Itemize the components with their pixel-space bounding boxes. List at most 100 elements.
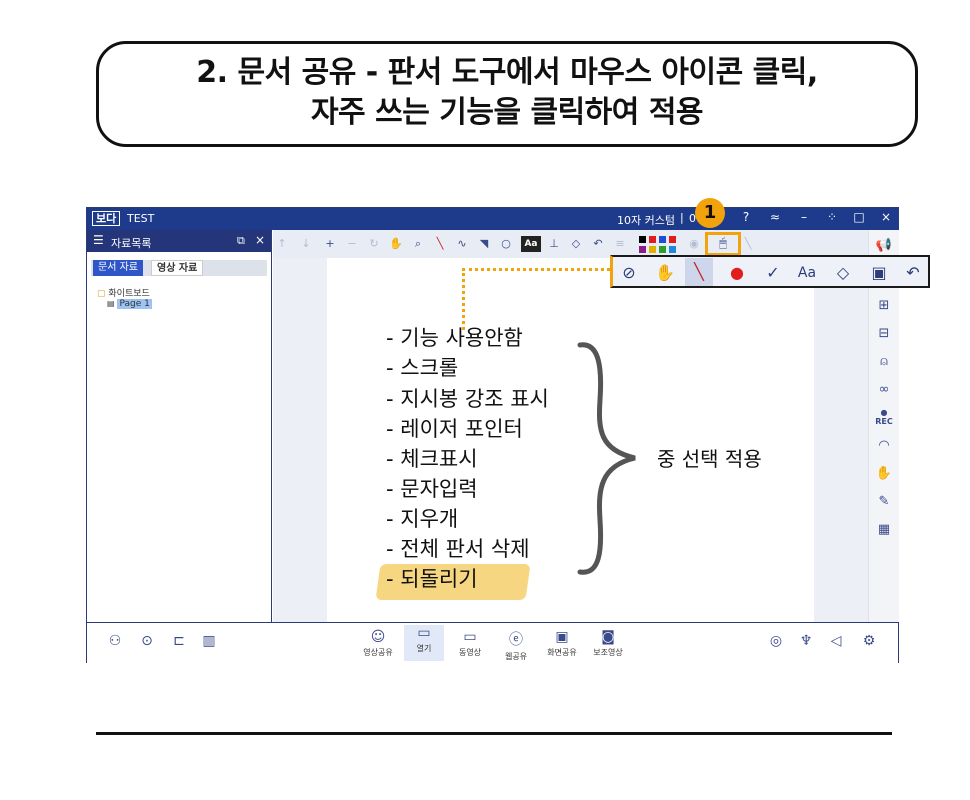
hand-icon[interactable]: ✋	[389, 237, 403, 250]
text-input-button[interactable]: Aa	[793, 262, 821, 284]
screen-share-button[interactable]: ▣ 화면공유	[542, 629, 582, 658]
laser-pointer-icon[interactable]: ●	[723, 262, 751, 284]
headset-icon[interactable]: ◠	[875, 438, 893, 453]
text-tool-button[interactable]: Aa	[521, 236, 541, 252]
window-title: TEST	[127, 212, 155, 225]
tab-documents[interactable]: 문서 자료	[93, 260, 143, 276]
tree-item-whiteboard[interactable]: ▢ 화이트보드	[97, 286, 152, 299]
rec-label: REC	[875, 417, 893, 426]
speaker-icon[interactable]: ◁	[826, 633, 846, 649]
arrow-up-icon[interactable]: ↑	[275, 237, 289, 250]
page-icon: ▤	[107, 299, 115, 308]
announce-icon[interactable]: 📢	[875, 238, 893, 253]
arrow-down-icon[interactable]: ↓	[299, 237, 313, 250]
custom-label: 10자 커스텀	[617, 214, 675, 227]
freehand-icon[interactable]: ∿	[455, 237, 469, 250]
video-label: 동영상	[458, 648, 482, 657]
search-icon[interactable]: ⌕	[411, 237, 425, 251]
marker-icon[interactable]: ◥	[477, 237, 491, 250]
add-user-icon[interactable]: ⍝	[875, 354, 893, 369]
screen-icon: ▣	[555, 629, 569, 645]
tree-label: 화이트보드	[108, 289, 150, 299]
chat-icon[interactable]: ⊙	[137, 633, 157, 649]
pointer-icon[interactable]: ╲	[741, 237, 755, 250]
drawing-toolbar: ↑ ↓ + − ↻ ✋ ⌕ ╲ ∿ ◥ ○ Aa ⊥ ◇ ↶ ≡ ◉ 🖱 ╲	[273, 230, 868, 258]
eraser-icon[interactable]: ◇	[829, 262, 857, 284]
shape-icon[interactable]: ○	[499, 237, 513, 250]
panel-header: ☰ 자료목록 ⧉ ×	[87, 230, 271, 252]
undock-icon[interactable]: ⧉	[237, 234, 245, 248]
mouse-tool-popup: ⊘ ✋ ╲ ● ✓ Aa ◇ ▣ ↶	[610, 255, 930, 288]
tab-videos[interactable]: 영상 자료	[151, 260, 204, 276]
title-banner: 2. 문서 공유 - 판서 도구에서 마우스 아이콘 클릭, 자주 쓰는 기능을…	[96, 41, 918, 147]
color-palette[interactable]	[639, 236, 681, 254]
disable-icon[interactable]: ⊘	[615, 262, 643, 284]
eraser-icon[interactable]: ◇	[569, 237, 583, 250]
raise-hand-icon[interactable]: ✋	[875, 466, 893, 481]
panel-close-icon[interactable]: ×	[255, 233, 265, 247]
undo-icon[interactable]: ↶	[591, 237, 605, 250]
connector-vertical	[462, 268, 465, 330]
divider: |	[680, 211, 684, 224]
undo-icon[interactable]: ↶	[899, 262, 927, 284]
palette-icon[interactable]: ◉	[687, 237, 701, 250]
tree-item-page[interactable]: ▤ Page 1	[107, 299, 152, 309]
web-share-label: 웹공유	[504, 652, 528, 661]
note-7: - 지우개	[386, 507, 459, 531]
web-share-button[interactable]: ⓔ 웹공유	[496, 629, 536, 662]
file-tree: ▢ 화이트보드 ▤ Page 1	[97, 286, 152, 309]
link-icon[interactable]: ∞	[875, 382, 893, 397]
title-bar: 보다 TEST 10자 커스텀 | 0 ? ≈ – ⁘ □ ×	[87, 208, 898, 230]
note-3: - 지시봉 강조 표시	[386, 387, 549, 411]
web-icon: ⓔ	[509, 632, 523, 648]
user-icon[interactable]: ⚇	[105, 633, 125, 649]
clear-all-icon[interactable]: ▣	[865, 262, 893, 284]
note-4: - 레이저 포인터	[386, 417, 523, 441]
help-icon[interactable]: ?	[738, 210, 754, 224]
gallery-icon[interactable]: ▦	[875, 522, 893, 537]
zoom-in-icon[interactable]: +	[323, 237, 337, 250]
folder-icon: ▢	[97, 289, 106, 299]
calculator-icon[interactable]: ▥	[199, 633, 219, 649]
scroll-hand-icon[interactable]: ✋	[651, 262, 679, 284]
layout-icon[interactable]: ⊞	[875, 298, 893, 313]
panel-tabs: 문서 자료 영상 자료	[91, 260, 267, 276]
lines-icon[interactable]: ≡	[613, 237, 627, 250]
camera-icon[interactable]: ◎	[766, 633, 786, 649]
check-icon[interactable]: ✓	[759, 262, 787, 284]
smile-icon: ☺	[370, 629, 386, 645]
note-1: - 기능 사용안함	[386, 326, 523, 350]
curly-brace	[577, 342, 636, 575]
close-button[interactable]: ×	[878, 210, 894, 224]
record-button[interactable]: ● REC	[875, 408, 893, 426]
video-button[interactable]: ▭ 동영상	[450, 629, 490, 658]
rotate-icon[interactable]: ↻	[367, 237, 381, 250]
sub-video-button[interactable]: ◙ 보조영상	[588, 629, 628, 658]
banner-line-2: 자주 쓰는 기능을 클릭하여 적용	[310, 95, 704, 130]
pointer-stick-icon[interactable]: ╲	[685, 258, 713, 286]
open-button[interactable]: ▭ 열기	[404, 625, 444, 661]
maximize-button[interactable]: □	[851, 210, 867, 224]
note-icon[interactable]: ✎	[875, 494, 893, 509]
org-chart-icon[interactable]: ⊏	[169, 633, 189, 649]
note-5: - 체크표시	[386, 447, 478, 471]
note-9: - 되돌리기	[386, 567, 478, 591]
mic-icon[interactable]: ♆	[796, 633, 816, 649]
sub-video-icon: ◙	[601, 629, 615, 645]
summary-text: 중 선택 적용	[657, 447, 762, 471]
panel-title: 자료목록	[111, 237, 152, 250]
note-2: - 스크롤	[386, 356, 459, 380]
zoom-out-icon[interactable]: −	[345, 237, 359, 250]
webcam-share-button[interactable]: ☺ 영상공유	[358, 629, 398, 658]
minimize-button[interactable]: –	[796, 210, 812, 224]
layout-pin-icon[interactable]: ⊟	[875, 326, 893, 341]
wifi-icon: ≈	[769, 210, 781, 224]
mouse-icon[interactable]: 🖱	[705, 232, 741, 256]
stamp-icon[interactable]: ⊥	[547, 237, 561, 250]
fit-button[interactable]: ⁘	[824, 210, 840, 224]
settings-icon[interactable]: ⚙	[859, 633, 879, 649]
menu-icon[interactable]: ☰	[93, 233, 104, 247]
note-8: - 전체 판서 삭제	[386, 537, 530, 561]
app-logo: 보다	[92, 211, 121, 226]
pen-icon[interactable]: ╲	[433, 237, 447, 250]
